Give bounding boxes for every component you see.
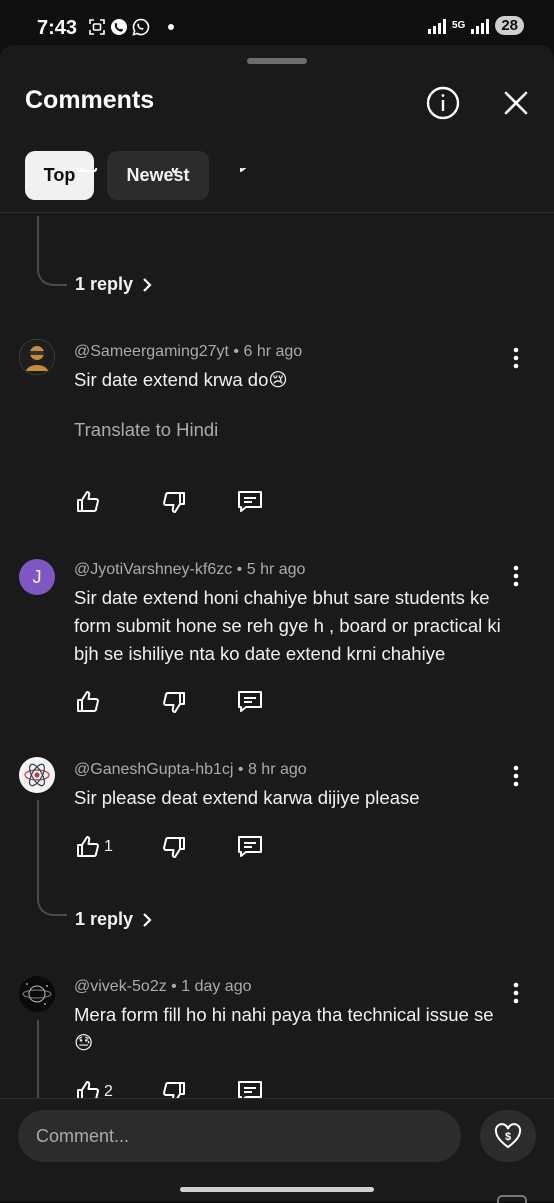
avatar[interactable] bbox=[19, 976, 55, 1012]
comment-text: Sir date extend honi chahiye bhut sare s… bbox=[74, 587, 501, 664]
comment-author-line: @GaneshGupta-hb1cj • 8 hr ago bbox=[74, 761, 307, 778]
reply-icon[interactable] bbox=[236, 833, 264, 861]
like-icon[interactable] bbox=[74, 833, 102, 861]
like-icon[interactable] bbox=[74, 1078, 102, 1098]
more-options-icon[interactable] bbox=[508, 346, 524, 370]
comment-time: 6 hr ago bbox=[243, 343, 303, 360]
accessibility-stub bbox=[497, 1195, 527, 1203]
comment-author[interactable]: @JyotiVarshney-kf6zc bbox=[74, 561, 232, 578]
notification-icons bbox=[88, 18, 174, 36]
reply-count-label: 1 reply bbox=[75, 909, 134, 929]
more-options-icon[interactable] bbox=[508, 764, 524, 788]
battery-indicator: 28 bbox=[495, 16, 524, 35]
like-count: 1 bbox=[104, 838, 113, 855]
home-indicator bbox=[180, 1187, 374, 1192]
like-icon[interactable] bbox=[74, 688, 102, 716]
comment-author-line: @JyotiVarshney-kf6zc • 5 hr ago bbox=[74, 561, 306, 578]
page-title: Comments bbox=[25, 86, 155, 114]
close-icon[interactable] bbox=[501, 88, 531, 118]
viber-icon bbox=[111, 19, 127, 35]
atom-avatar-icon bbox=[19, 757, 55, 793]
chevron-right-icon bbox=[143, 912, 152, 927]
thread-line bbox=[37, 216, 67, 286]
signal-icon bbox=[427, 18, 446, 34]
reply-count-label: 1 reply bbox=[75, 274, 134, 294]
more-options-icon[interactable] bbox=[508, 564, 524, 588]
planet-avatar-icon bbox=[19, 976, 55, 1012]
dislike-icon[interactable] bbox=[160, 168, 188, 176]
reply-icon[interactable] bbox=[236, 168, 264, 176]
gamer-avatar-icon bbox=[19, 339, 55, 375]
like-count: 2 bbox=[104, 1083, 113, 1098]
avatar[interactable]: J bbox=[19, 559, 55, 595]
reply-icon[interactable] bbox=[236, 488, 264, 516]
status-right: 5G 28 bbox=[427, 16, 524, 35]
comment-composer: $ bbox=[0, 1098, 554, 1203]
info-icon[interactable] bbox=[426, 86, 460, 120]
comment-text: Sir please deat extend karwa dijiye plea… bbox=[74, 787, 420, 808]
status-time: 7:43 bbox=[37, 17, 78, 39]
notification-dot bbox=[168, 24, 174, 30]
dislike-icon[interactable] bbox=[160, 833, 188, 861]
dislike-icon[interactable] bbox=[160, 488, 188, 516]
avatar[interactable] bbox=[19, 757, 55, 793]
reply-icon[interactable] bbox=[236, 688, 264, 716]
comment-time: 1 day ago bbox=[181, 978, 252, 995]
screenshot-icon bbox=[89, 19, 105, 35]
like-icon[interactable] bbox=[74, 168, 102, 176]
comment-author[interactable]: @Sameergaming27yt bbox=[74, 343, 229, 360]
thread-line bbox=[37, 800, 67, 916]
comment-time: 5 hr ago bbox=[246, 561, 306, 578]
comment-list[interactable]: 1 reply @Sameergaming27yt • 6 hr ago Sir… bbox=[0, 168, 554, 1098]
dislike-icon[interactable] bbox=[160, 688, 188, 716]
reply-icon[interactable] bbox=[236, 1078, 264, 1098]
comment-author[interactable]: @GaneshGupta-hb1cj bbox=[74, 761, 233, 778]
more-options-icon[interactable] bbox=[508, 981, 524, 1005]
dislike-icon[interactable] bbox=[160, 1078, 188, 1098]
comment-author-line: @Sameergaming27yt • 6 hr ago bbox=[74, 343, 303, 360]
drag-handle[interactable] bbox=[247, 58, 307, 64]
svg-text:$: $ bbox=[505, 1131, 511, 1143]
super-thanks-icon: $ bbox=[494, 1123, 522, 1149]
comment-author[interactable]: @vivek-5o2z bbox=[74, 978, 167, 995]
network-type: 5G bbox=[451, 19, 466, 31]
whatsapp-icon bbox=[132, 18, 150, 36]
view-replies-button[interactable]: 1 reply bbox=[75, 274, 153, 295]
comment-input[interactable] bbox=[18, 1110, 461, 1162]
avatar[interactable] bbox=[19, 339, 55, 375]
comment-author-line: @vivek-5o2z • 1 day ago bbox=[74, 978, 252, 995]
signal-icon-2 bbox=[471, 18, 490, 34]
thread-line bbox=[37, 1020, 39, 1098]
status-bar: 7:43 5G 28 bbox=[0, 0, 554, 50]
comment-text: Mera form fill ho hi nahi paya tha techn… bbox=[74, 1004, 494, 1053]
comment-text: Sir date extend krwa do😢 bbox=[74, 369, 288, 390]
like-icon[interactable] bbox=[74, 488, 102, 516]
translate-link[interactable]: Translate to Hindi bbox=[74, 419, 218, 441]
view-replies-button[interactable]: 1 reply bbox=[75, 909, 153, 930]
super-thanks-button[interactable]: $ bbox=[480, 1110, 536, 1162]
comment-time: 8 hr ago bbox=[247, 761, 307, 778]
chevron-right-icon bbox=[143, 277, 152, 292]
